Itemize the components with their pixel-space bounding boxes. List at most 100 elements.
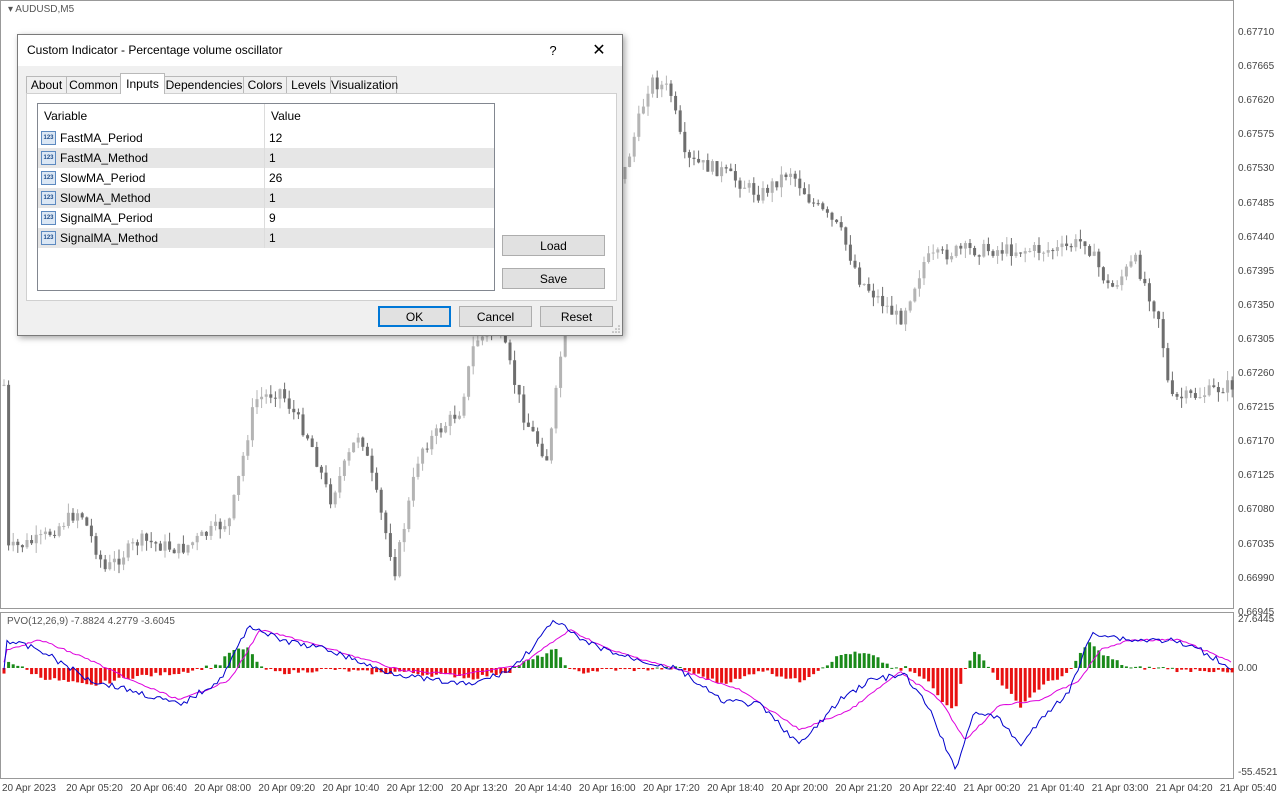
price-axis-label: 0.67125 [1238,470,1275,482]
candle-body [1014,252,1018,257]
candle-body [991,251,995,256]
histogram-bar [540,656,544,668]
histogram-bar [39,668,43,678]
candle-body [950,256,954,260]
tab-dependencies[interactable]: Dependencies [164,76,244,93]
value-cell[interactable]: 1 [269,151,276,165]
candle-body [669,83,673,96]
candle-body [1037,244,1041,253]
help-button[interactable]: ? [538,39,568,63]
load-button[interactable]: Load [502,235,605,256]
histogram-bar [223,656,227,668]
inputs-table[interactable]: Variable Value 123 FastMA_Period 12 123 … [37,103,495,291]
integer-type-icon: 123 [41,151,56,165]
candle-body [34,534,38,544]
value-cell[interactable]: 1 [269,231,276,245]
time-axis-label: 20 Apr 06:40 [130,783,187,794]
candle-body [770,181,774,193]
histogram-bar [894,667,898,669]
cancel-button[interactable]: Cancel [459,306,532,327]
value-cell[interactable]: 12 [269,131,282,145]
candle-body [641,106,645,114]
value-cell[interactable]: 9 [269,211,276,225]
candle-body [149,540,153,543]
tab-common[interactable]: Common [66,76,121,93]
histogram-bar [1014,668,1018,701]
histogram-bar [319,668,323,669]
table-row[interactable]: 123 SignalMA_Period 9 [38,208,494,228]
histogram-bar [324,668,328,669]
histogram-bar [1189,668,1193,672]
candle-body [361,437,365,447]
candle-body [264,394,268,397]
price-axis-label: 0.67215 [1238,402,1275,414]
candle-body [471,346,475,367]
value-cell[interactable]: 1 [269,191,276,205]
histogram-bar [835,656,839,668]
histogram-bar [34,668,38,675]
tab-visualization[interactable]: Visualization [330,76,398,93]
histogram-bar [48,668,52,680]
candle-body [333,492,337,505]
tab-inputs[interactable]: Inputs [120,73,165,94]
candle-body [917,278,921,289]
histogram-bar [779,668,783,677]
save-button[interactable]: Save [502,268,605,289]
histogram-bar [356,668,360,671]
histogram-bar [283,668,287,675]
candle-body [807,194,811,203]
table-row[interactable]: 123 SlowMA_Method 1 [38,188,494,208]
price-axis-label: 0.67305 [1238,333,1275,345]
close-button[interactable]: ✕ [584,39,614,63]
ok-button[interactable]: OK [378,306,451,327]
dialog-titlebar[interactable]: Custom Indicator - Percentage volume osc… [18,35,622,66]
histogram-bar [756,668,760,672]
candle-body [94,536,98,555]
histogram-bar [1060,668,1064,677]
reset-button[interactable]: Reset [540,306,613,327]
price-axis-label: 0.67080 [1238,504,1275,516]
histogram-bar [812,668,816,675]
histogram-bar [1147,666,1151,668]
candle-body [982,243,986,257]
tab-about[interactable]: About [26,76,67,93]
variable-cell: FastMA_Period [60,131,143,145]
histogram-bar [1032,668,1036,693]
variable-cell: SignalMA_Period [60,211,153,225]
table-row[interactable]: 123 SlowMA_Period 26 [38,168,494,188]
column-header-value[interactable]: Value [264,104,494,128]
candle-body [57,526,61,536]
value-cell[interactable]: 26 [269,171,282,185]
candle-body [434,428,438,436]
candle-body [163,541,167,551]
candle-body [223,526,227,530]
tab-levels[interactable]: Levels [286,76,331,93]
time-axis-label: 20 Apr 09:20 [258,783,316,794]
candle-body [1124,266,1128,277]
resize-grip-icon[interactable] [612,325,620,333]
candle-body [283,389,287,399]
candle-body [214,521,218,526]
candle-body [687,152,691,158]
candle-body [940,249,944,251]
table-row[interactable]: 123 FastMA_Period 12 [38,128,494,148]
chart-menu-arrow-icon[interactable]: ▾ [8,4,13,15]
candle-body [1074,239,1078,248]
candle-body [1193,393,1197,398]
candle-body [1092,251,1096,256]
histogram-bar [1157,667,1161,669]
histogram-bar [250,654,254,668]
candle-body [747,183,751,188]
column-header-variable[interactable]: Variable [38,104,264,128]
candle-body [706,160,710,172]
table-row[interactable]: 123 FastMA_Method 1 [38,148,494,168]
histogram-bar [876,657,880,668]
table-row[interactable]: 123 SignalMA_Method 1 [38,228,494,248]
histogram-bar [1051,668,1055,681]
candle-body [439,428,443,433]
histogram-bar [890,667,894,669]
histogram-bar [549,649,553,668]
candle-body [250,407,254,441]
candle-body [126,543,130,558]
tab-colors[interactable]: Colors [243,76,287,93]
